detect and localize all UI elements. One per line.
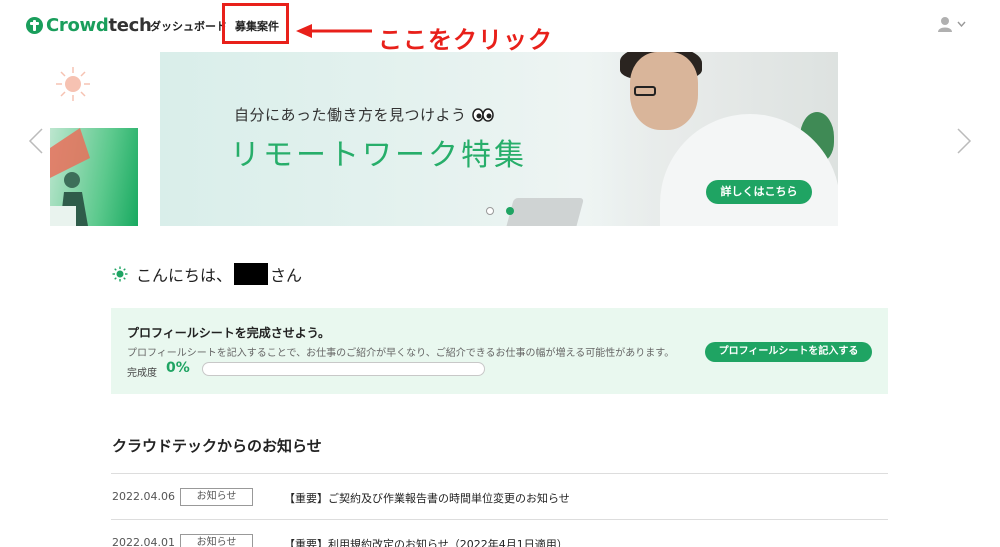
crowdtech-logo[interactable]: Crowdtech [26, 15, 152, 36]
chevron-left-icon[interactable] [28, 127, 44, 155]
news-item[interactable]: 2022.04.01 お知らせ 【重要】利用規約改定のお知らせ（2022年4月1… [111, 520, 888, 547]
annotation-highlight-box [222, 3, 289, 44]
user-menu[interactable] [937, 16, 966, 32]
hero-banner[interactable]: 自分にあった働き方を見つけよう リモートワーク特集 詳しくはこちら [160, 52, 838, 226]
user-silhouette-icon [938, 17, 952, 32]
sun-decoration-icon [56, 67, 90, 101]
progress-bar [202, 362, 485, 376]
carousel-dot-2[interactable] [506, 207, 514, 215]
person-glasses [634, 86, 656, 96]
progress-label: 完成度 [127, 368, 157, 379]
logo-mark-icon [26, 17, 43, 34]
news-list: 2022.04.06 お知らせ 【重要】ご契約及び作業報告書の時間単位変更のお知… [111, 473, 888, 547]
news-date: 2022.04.06 [112, 490, 175, 503]
news-heading: クラウドテックからのお知らせ [112, 437, 322, 455]
progress-value: 0% [166, 360, 190, 376]
logo-text-suffix: tech [108, 15, 152, 36]
hero-carousel: 自分にあった働き方を見つけよう リモートワーク特集 詳しくはこちら [0, 52, 1000, 226]
greeting-suffix: さん [270, 266, 303, 285]
banner-title: リモートワーク特集 [230, 138, 527, 173]
carousel-dot-1[interactable] [486, 207, 494, 215]
news-title[interactable]: 【重要】利用規約改定のお知らせ（2022年4月1日適用） [284, 536, 568, 547]
news-badge: お知らせ [180, 488, 253, 506]
chevron-down-icon [957, 21, 966, 27]
greeting: こんにちは、 さん [112, 262, 302, 286]
sun-icon [112, 266, 128, 282]
banner-details-button[interactable]: 詳しくはこちら [706, 180, 812, 204]
redacted-username [234, 263, 269, 285]
news-date: 2022.04.01 [112, 536, 175, 547]
illustration-person-icon [50, 128, 90, 226]
top-header: Crowdtech ダッシュボード 募集案件 ここをクリック [0, 0, 1000, 54]
fill-profile-button[interactable]: プロフィールシートを記入する [705, 342, 872, 362]
annotation-callout: ここをクリック [378, 26, 553, 54]
laptop-decoration [505, 198, 585, 226]
eyes-icon [471, 108, 494, 122]
profile-completion-panel: プロフィールシートを完成させよう。 プロフィールシートを記入することで、お仕事の… [111, 308, 888, 394]
nav-dashboard[interactable]: ダッシュボード [150, 18, 227, 34]
annotation-arrow-icon [296, 24, 372, 38]
news-title[interactable]: 【重要】ご契約及び作業報告書の時間単位変更のお知らせ [284, 490, 570, 506]
news-badge: お知らせ [180, 534, 253, 547]
news-item[interactable]: 2022.04.06 お知らせ 【重要】ご契約及び作業報告書の時間単位変更のお知… [111, 474, 888, 520]
logo-text-prefix: Crowd [46, 15, 109, 36]
prev-slide-peek[interactable] [50, 128, 138, 226]
profile-title: プロフィールシートを完成させよう。 [127, 326, 331, 340]
banner-subtitle: 自分にあった働き方を見つけよう [234, 104, 494, 125]
greeting-prefix: こんにちは、 [136, 266, 233, 285]
chevron-right-icon[interactable] [956, 127, 972, 155]
profile-description: プロフィールシートを記入することで、お仕事のご紹介が早くなり、ご紹介できるお仕事… [127, 348, 675, 359]
